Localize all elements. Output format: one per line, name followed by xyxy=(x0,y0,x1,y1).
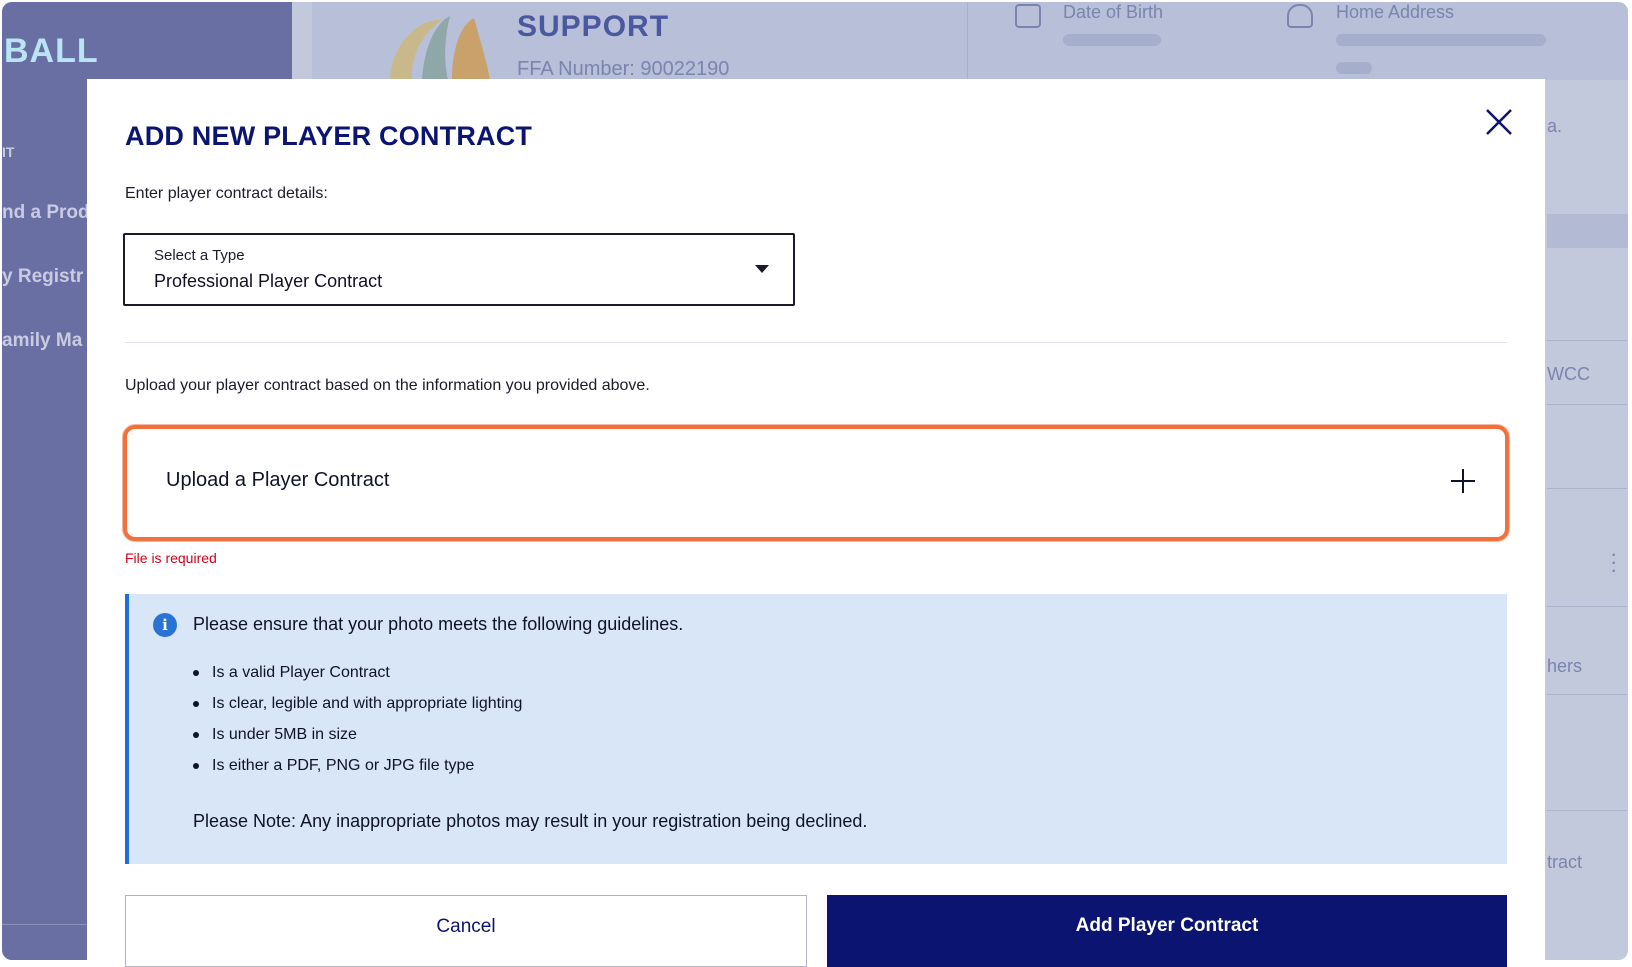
background-row-divider xyxy=(1547,606,1627,607)
date-of-birth-value-blurred xyxy=(1063,34,1161,46)
date-of-birth-label: Date of Birth xyxy=(1063,2,1164,22)
plus-icon xyxy=(1451,469,1475,493)
brand-logo-text: BALL xyxy=(4,32,99,71)
ffa-number: FFA Number: 90022190 xyxy=(517,58,730,80)
background-text: hers xyxy=(1547,656,1583,676)
more-options-icon[interactable]: · · · xyxy=(1610,543,1617,581)
background-row-divider xyxy=(1547,404,1627,405)
select-value: Professional Player Contract xyxy=(154,271,383,291)
close-icon[interactable] xyxy=(1482,105,1516,139)
background-row-divider xyxy=(1547,694,1627,695)
brand-text: BALL xyxy=(4,32,99,70)
guidelines-list: Is a valid Player Contract Is clear, leg… xyxy=(193,664,522,788)
guidelines-heading: Please ensure that your photo meets the … xyxy=(193,614,684,634)
contract-type-select[interactable]: Select a Type Professional Player Contra… xyxy=(123,233,795,306)
home-address-value-blurred xyxy=(1336,34,1546,46)
list-item: Is clear, legible and with appropriate l… xyxy=(193,695,522,726)
background-text: WCC xyxy=(1547,364,1590,384)
org-name: SUPPORT xyxy=(517,10,670,43)
calendar-icon xyxy=(1015,4,1041,28)
sidebar-nav-item[interactable]: IT xyxy=(2,144,14,160)
list-item: Is a valid Player Contract xyxy=(193,664,522,695)
home-icon xyxy=(1287,4,1313,28)
guidelines-note: Please Note: Any inappropriate photos ma… xyxy=(193,811,868,831)
club-logo xyxy=(390,16,490,80)
home-address-label: Home Address xyxy=(1336,2,1455,22)
background-row-divider xyxy=(1547,488,1627,489)
select-label: Select a Type xyxy=(154,247,245,264)
background-row-divider xyxy=(1547,340,1627,341)
file-required-error: File is required xyxy=(125,550,217,566)
chevron-down-icon xyxy=(755,265,769,273)
modal-title: ADD NEW PLAYER CONTRACT xyxy=(125,121,533,151)
add-player-contract-modal: ADD NEW PLAYER CONTRACT Enter player con… xyxy=(87,79,1545,967)
cancel-button[interactable]: Cancel xyxy=(125,895,807,967)
info-icon: i xyxy=(153,613,177,637)
list-item: Is under 5MB in size xyxy=(193,726,522,757)
home-address-value-blurred xyxy=(1336,62,1372,74)
sidebar-nav-item[interactable]: nd a Prod xyxy=(2,202,90,224)
upload-contract-dropzone[interactable]: Upload a Player Contract xyxy=(123,425,1509,541)
add-player-contract-button[interactable]: Add Player Contract xyxy=(827,895,1507,967)
background-text: tract xyxy=(1547,852,1583,872)
section-divider xyxy=(125,342,1507,343)
upload-description: Upload your player contract based on the… xyxy=(125,377,650,394)
list-item: Is either a PDF, PNG or JPG file type xyxy=(193,757,522,788)
modal-subtitle: Enter player contract details: xyxy=(125,185,328,202)
background-band xyxy=(1547,214,1628,248)
card-divider xyxy=(967,2,968,80)
background-row-divider xyxy=(1547,810,1627,811)
sidebar-nav-item[interactable]: y Registr xyxy=(2,266,83,288)
guidelines-panel: i Please ensure that your photo meets th… xyxy=(125,594,1507,864)
background-text: a. xyxy=(1547,116,1563,136)
sidebar-nav-item[interactable]: amily Ma xyxy=(2,330,82,352)
upload-label: Upload a Player Contract xyxy=(166,469,390,491)
